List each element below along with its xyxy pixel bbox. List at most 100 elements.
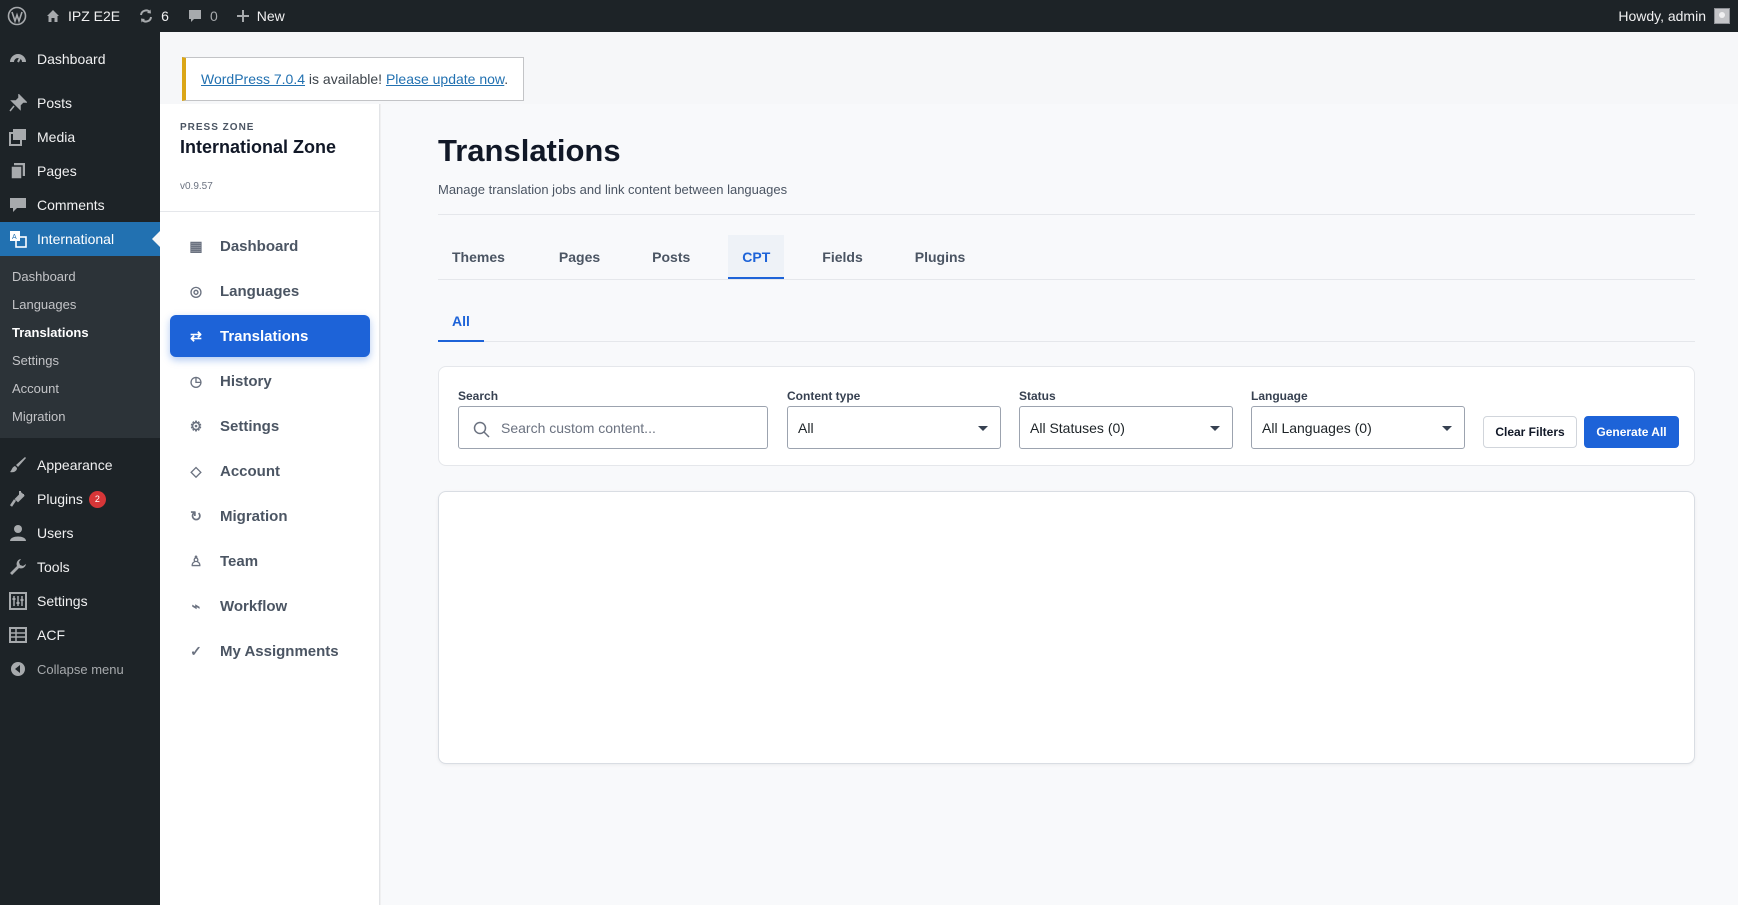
my-account-link[interactable]: Howdy, admin	[1618, 8, 1738, 24]
status-select[interactable]: All Statuses (0)	[1019, 406, 1233, 449]
update-now-link[interactable]: Please update now	[386, 71, 504, 87]
person-icon: ♙	[189, 552, 203, 569]
plugin-nav-account[interactable]: ◇ Account	[170, 450, 370, 492]
pages-icon	[8, 161, 28, 181]
wp-admin-menu: Dashboard Posts Media Pages Comments A I…	[0, 32, 160, 905]
header-divider	[438, 214, 1695, 215]
submenu-languages[interactable]: Languages	[0, 291, 160, 319]
plugin-nav-dashboard[interactable]: ▦ Dashboard	[170, 225, 370, 267]
diamond-icon: ◇	[190, 462, 202, 479]
results-panel	[438, 491, 1695, 764]
chevron-down-icon	[978, 426, 988, 431]
tab-plugins[interactable]: Plugins	[901, 235, 980, 279]
menu-media[interactable]: Media	[0, 120, 160, 154]
menu-dashboard[interactable]: Dashboard	[0, 42, 160, 76]
plugin-nav-settings[interactable]: ⚙ Settings	[170, 405, 370, 447]
submenu-migration[interactable]: Migration	[0, 403, 160, 431]
chevron-down-icon	[1210, 426, 1220, 431]
submenu-translations[interactable]: Translations	[0, 319, 160, 347]
media-icon	[8, 127, 28, 147]
plus-icon	[236, 9, 250, 23]
comment-bubble-icon	[187, 8, 203, 24]
admin-bar: IPZ E2E 6 0 New Howdy, admin	[0, 0, 1738, 32]
wordpress-logo-icon	[7, 6, 27, 26]
dashboard-icon	[8, 49, 28, 69]
language-label: Language	[1251, 389, 1308, 403]
menu-tools[interactable]: Tools	[0, 550, 160, 584]
subtab-all[interactable]: All	[438, 300, 484, 342]
menu-international[interactable]: A International	[0, 222, 160, 256]
clock-icon: ◷	[189, 372, 203, 389]
search-icon	[473, 421, 490, 438]
plug-icon	[8, 489, 28, 509]
plugin-nav-team[interactable]: ♙ Team	[170, 540, 370, 582]
swap-arrows-icon: ⇄	[190, 327, 202, 344]
chevron-down-icon	[1442, 426, 1452, 431]
menu-posts[interactable]: Posts	[0, 86, 160, 120]
filter-panel: Search Search custom content... Content …	[438, 366, 1695, 466]
search-input[interactable]: Search custom content...	[458, 406, 768, 449]
pin-icon	[8, 93, 28, 113]
wordpress-version-link[interactable]: WordPress 7.0.4	[201, 71, 305, 87]
menu-comments[interactable]: Comments	[0, 188, 160, 222]
grid-icon: ▦	[189, 237, 203, 254]
wrench-icon	[8, 557, 28, 577]
tab-pages[interactable]: Pages	[545, 235, 614, 279]
search-label: Search	[458, 389, 499, 403]
workflow-icon: ⌁	[191, 597, 201, 614]
menu-appearance[interactable]: Appearance	[0, 448, 160, 482]
brand-title: International Zone	[180, 137, 337, 157]
clear-filters-button[interactable]: Clear Filters	[1483, 416, 1577, 448]
grid-icon	[8, 625, 28, 645]
svg-text:A: A	[12, 234, 17, 241]
submenu-settings[interactable]: Settings	[0, 347, 160, 375]
site-name-link[interactable]: IPZ E2E	[36, 0, 129, 32]
tab-posts[interactable]: Posts	[638, 235, 704, 279]
subtabs: All	[438, 300, 1695, 342]
collapse-menu-button[interactable]: Collapse menu	[0, 652, 160, 686]
plugin-nav: ▦ Dashboard ◎ Languages ⇄ Translations ◷ His…	[170, 225, 370, 675]
menu-pages[interactable]: Pages	[0, 154, 160, 188]
plugin-nav-translations[interactable]: ⇄ Translations	[170, 315, 370, 357]
generate-all-button[interactable]: Generate All	[1584, 416, 1679, 448]
page-title: Translations	[438, 133, 621, 168]
avatar	[1714, 8, 1730, 24]
settings-icon	[8, 591, 28, 611]
updates-link[interactable]: 6	[129, 0, 178, 32]
content-type-select[interactable]: All	[787, 406, 1001, 449]
menu-users[interactable]: Users	[0, 516, 160, 550]
menu-plugins[interactable]: Plugins 2	[0, 482, 160, 516]
plugin-nav-workflow[interactable]: ⌁ Workflow	[170, 585, 370, 627]
submenu-dashboard[interactable]: Dashboard	[0, 263, 160, 291]
plugin-version: v0.9.57	[180, 181, 213, 192]
tab-themes[interactable]: Themes	[438, 235, 519, 279]
wp-logo-menu[interactable]	[0, 0, 36, 32]
translation-icon: A	[8, 229, 28, 249]
update-notice: WordPress 7.0.4 is available! Please upd…	[182, 57, 524, 101]
plugin-nav-languages[interactable]: ◎ Languages	[170, 270, 370, 312]
menu-settings[interactable]: Settings	[0, 584, 160, 618]
refresh-icon: ↻	[190, 507, 202, 524]
main-content: Translations Manage translation jobs and…	[381, 104, 1738, 905]
plugin-nav-migration[interactable]: ↻ Migration	[170, 495, 370, 537]
menu-acf[interactable]: ACF	[0, 618, 160, 652]
brush-icon	[8, 455, 28, 475]
new-content-link[interactable]: New	[227, 0, 294, 32]
collapse-arrow-icon	[8, 659, 28, 679]
notice-area: WordPress 7.0.4 is available! Please upd…	[160, 32, 1738, 104]
international-submenu: Dashboard Languages Translations Setting…	[0, 256, 160, 438]
plugin-nav-history[interactable]: ◷ History	[170, 360, 370, 402]
tab-fields[interactable]: Fields	[808, 235, 876, 279]
brand-kicker: PRESS ZONE	[180, 122, 255, 133]
plugin-nav-my-assignments[interactable]: ✓ My Assignments	[170, 630, 370, 672]
status-label: Status	[1019, 389, 1056, 403]
checkmark-icon: ✓	[190, 642, 202, 659]
updates-icon	[138, 8, 154, 24]
comments-link[interactable]: 0	[178, 0, 227, 32]
tab-cpt[interactable]: CPT	[728, 235, 785, 279]
submenu-account[interactable]: Account	[0, 375, 160, 403]
language-select[interactable]: All Languages (0)	[1251, 406, 1465, 449]
comment-icon	[8, 195, 28, 215]
target-icon: ◎	[189, 282, 203, 299]
plugin-sidebar: PRESS ZONE International Zone v0.9.57 ▦ D…	[160, 104, 380, 905]
